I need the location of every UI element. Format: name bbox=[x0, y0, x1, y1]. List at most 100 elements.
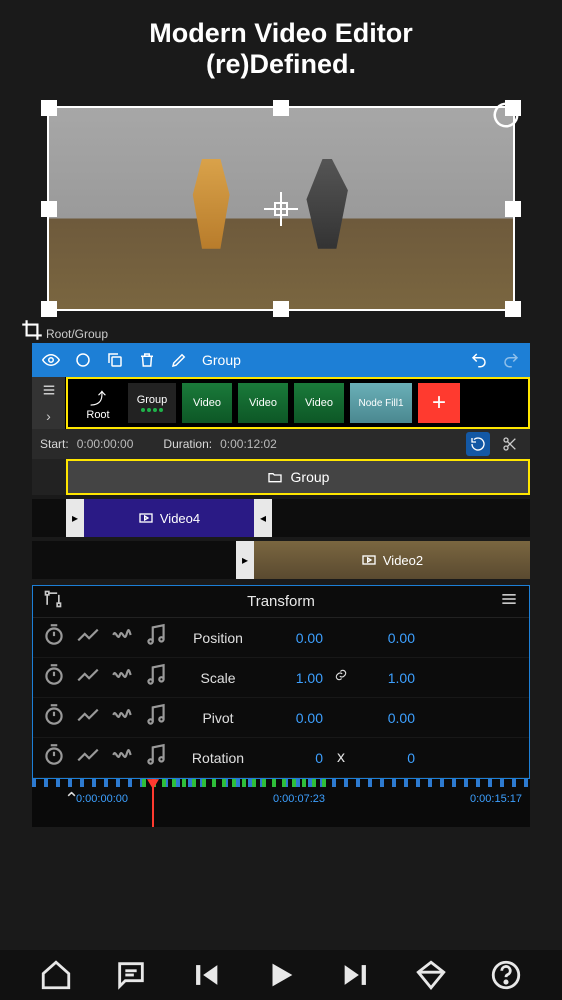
ruler-t2: 0:00:15:17 bbox=[470, 793, 522, 805]
hero-line1: Modern Video Editor bbox=[149, 18, 413, 48]
add-clip-button[interactable]: + bbox=[418, 383, 460, 423]
clip-row-video2: ▸ Video2 bbox=[32, 541, 530, 579]
circle-icon[interactable] bbox=[74, 351, 92, 369]
graph-icon[interactable] bbox=[75, 622, 101, 653]
thumb-group[interactable]: Group bbox=[128, 383, 176, 423]
clip-trim-left[interactable]: ▸ bbox=[66, 499, 84, 537]
music-icon[interactable] bbox=[143, 702, 169, 733]
resize-handle-tm[interactable] bbox=[273, 100, 289, 116]
shake-icon[interactable] bbox=[109, 622, 135, 653]
shake-icon[interactable] bbox=[109, 742, 135, 773]
resize-handle-bl[interactable] bbox=[41, 301, 57, 317]
hero-title: Modern Video Editor (re)Defined. bbox=[0, 0, 562, 88]
play-icon[interactable] bbox=[264, 958, 298, 992]
menu-icon[interactable] bbox=[499, 589, 519, 614]
clip-video4[interactable]: Video4 bbox=[84, 499, 254, 537]
transform-panel: Transform Position 0.00 0.00 Scale 1.00 1.00 P… bbox=[32, 585, 530, 779]
selection-frame[interactable] bbox=[47, 106, 515, 311]
thumb-video-1[interactable]: Video bbox=[182, 383, 232, 423]
stopwatch-icon[interactable] bbox=[41, 702, 67, 733]
graph-icon[interactable] bbox=[75, 702, 101, 733]
clip-trim-left-2[interactable]: ▸ bbox=[236, 541, 254, 579]
thumb-nodefill[interactable]: Node Fill1 bbox=[350, 383, 412, 423]
film-icon bbox=[138, 509, 154, 527]
group-track: Group bbox=[32, 459, 530, 495]
resize-handle-bm[interactable] bbox=[273, 301, 289, 317]
transform-row-pivot: Pivot 0.00 0.00 bbox=[33, 698, 529, 738]
prop-value-1[interactable]: 0.00 bbox=[267, 630, 323, 646]
prop-label: Scale bbox=[177, 670, 259, 686]
step-forward-icon[interactable] bbox=[339, 958, 373, 992]
undo-icon[interactable] bbox=[470, 351, 488, 369]
clip-shelf: › ⤴ Root Group Video Video Video Node Fi… bbox=[32, 377, 530, 429]
copy-icon[interactable] bbox=[106, 351, 124, 369]
stopwatch-icon[interactable] bbox=[41, 662, 67, 693]
graph-icon[interactable] bbox=[75, 662, 101, 693]
duration-value[interactable]: 0:00:12:02 bbox=[220, 437, 277, 451]
step-back-icon[interactable] bbox=[189, 958, 223, 992]
prop-value-1[interactable]: 1.00 bbox=[267, 670, 323, 686]
resize-handle-br[interactable] bbox=[505, 301, 521, 317]
start-label: Start: bbox=[40, 437, 69, 451]
group-track-bar[interactable]: Group bbox=[66, 459, 530, 495]
scissors-icon[interactable] bbox=[498, 432, 522, 456]
chevron-right-icon[interactable]: › bbox=[40, 407, 58, 425]
rotate-icon[interactable] bbox=[491, 100, 521, 130]
stopwatch-icon[interactable] bbox=[41, 622, 67, 653]
prop-label: Rotation bbox=[177, 750, 259, 766]
visibility-icon[interactable] bbox=[42, 351, 60, 369]
timeline-clips: ▸ Video4 ◂ ▸ Video2 bbox=[32, 499, 530, 579]
clip-video2[interactable]: Video2 bbox=[254, 541, 530, 579]
music-icon[interactable] bbox=[143, 742, 169, 773]
help-icon[interactable] bbox=[489, 958, 523, 992]
prop-value-2[interactable]: 0.00 bbox=[359, 710, 415, 726]
thumb-video-3[interactable]: Video bbox=[294, 383, 344, 423]
folder-icon bbox=[267, 468, 283, 486]
prop-value-2[interactable]: 0 bbox=[359, 750, 415, 766]
ruler-range bbox=[142, 779, 331, 787]
resize-handle-mr[interactable] bbox=[505, 201, 521, 217]
start-value[interactable]: 0:00:00:00 bbox=[77, 437, 134, 451]
transform-title: Transform bbox=[63, 593, 499, 610]
thumb-root[interactable]: ⤴ Root bbox=[74, 383, 122, 423]
trash-icon[interactable] bbox=[138, 351, 156, 369]
music-icon[interactable] bbox=[143, 622, 169, 653]
thumb-video-2[interactable]: Video bbox=[238, 383, 288, 423]
timeline-ruler[interactable]: ⌃ 0:00:00:00 0:00:07:23 0:00:15:17 bbox=[32, 779, 530, 827]
thumb-root-label: Root bbox=[86, 409, 109, 421]
clip-video4-label: Video4 bbox=[160, 511, 200, 526]
breadcrumb: Root/Group bbox=[46, 327, 562, 341]
toolbar-group-label: Group bbox=[202, 352, 241, 368]
comment-icon[interactable] bbox=[114, 958, 148, 992]
redo-icon[interactable] bbox=[502, 351, 520, 369]
preview-canvas[interactable] bbox=[31, 96, 531, 321]
prop-label: Position bbox=[177, 630, 259, 646]
crop-icon[interactable] bbox=[19, 317, 45, 343]
reset-icon[interactable] bbox=[466, 432, 490, 456]
duration-label: Duration: bbox=[163, 437, 212, 451]
clip-trim-right[interactable]: ◂ bbox=[254, 499, 272, 537]
link-icon[interactable] bbox=[331, 668, 351, 687]
group-track-label: Group bbox=[291, 469, 330, 485]
shake-icon[interactable] bbox=[109, 702, 135, 733]
pencil-icon[interactable] bbox=[170, 351, 188, 369]
transform-row-scale: Scale 1.00 1.00 bbox=[33, 658, 529, 698]
prop-value-1[interactable]: 0.00 bbox=[267, 710, 323, 726]
prop-value-1[interactable]: 0 bbox=[267, 750, 323, 766]
pivot-crosshair[interactable] bbox=[270, 198, 292, 220]
up-icon: ⤴ bbox=[90, 385, 106, 409]
prop-label: Pivot bbox=[177, 710, 259, 726]
prop-value-2[interactable]: 1.00 bbox=[359, 670, 415, 686]
shake-icon[interactable] bbox=[109, 662, 135, 693]
diamond-icon[interactable] bbox=[414, 958, 448, 992]
prop-value-2[interactable]: 0.00 bbox=[359, 630, 415, 646]
list-icon[interactable] bbox=[40, 381, 58, 399]
resize-handle-ml[interactable] bbox=[41, 201, 57, 217]
resize-handle-tl[interactable] bbox=[41, 100, 57, 116]
graph-icon[interactable] bbox=[75, 742, 101, 773]
transform-gizmo-icon[interactable] bbox=[43, 589, 63, 614]
film-icon bbox=[361, 551, 377, 569]
home-icon[interactable] bbox=[39, 958, 73, 992]
stopwatch-icon[interactable] bbox=[41, 742, 67, 773]
music-icon[interactable] bbox=[143, 662, 169, 693]
